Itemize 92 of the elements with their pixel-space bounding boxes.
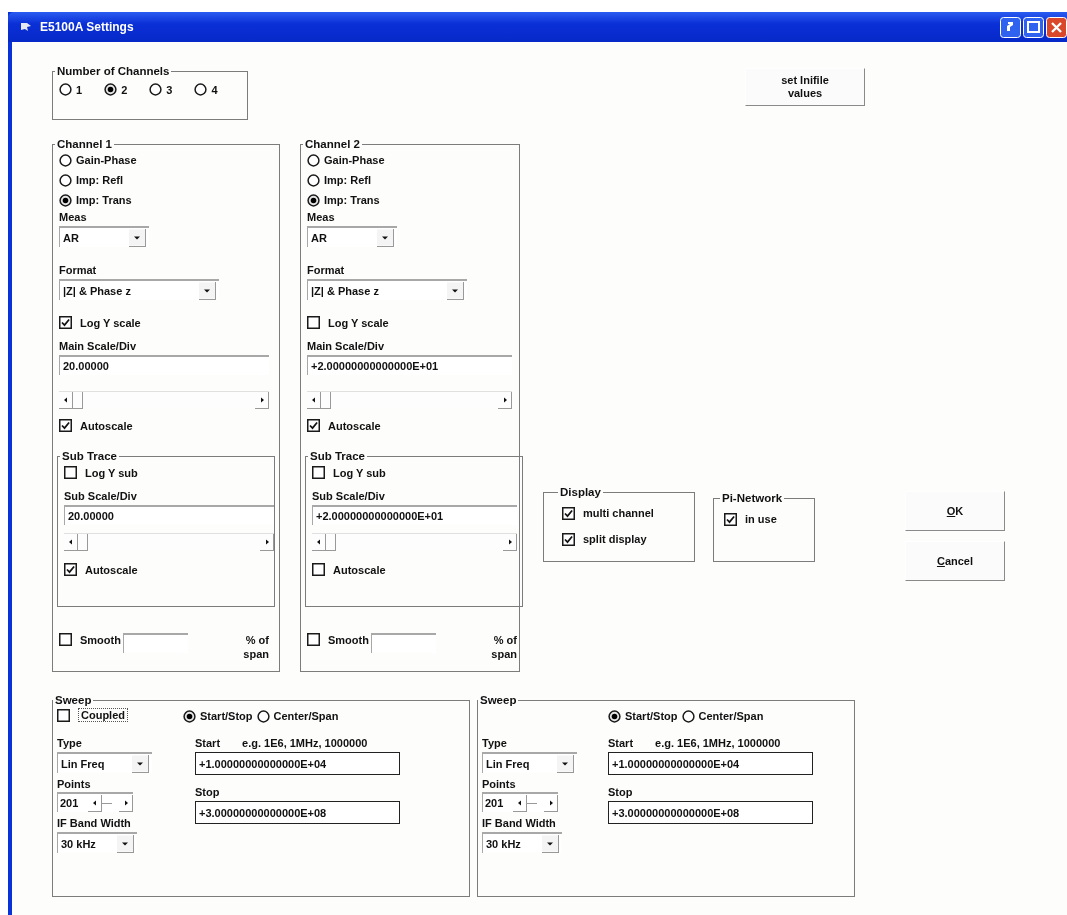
field-label: Stop xyxy=(608,785,634,800)
sweep-mode-radio[interactable]: Center/Span xyxy=(256,709,339,723)
if-bandwidth-dropdown[interactable]: 30 kHz xyxy=(482,832,562,853)
group-title: Sub Trace xyxy=(309,450,366,462)
input-field[interactable]: +2.00000000000000E+01 xyxy=(307,355,512,375)
group-title: Channel 2 xyxy=(304,138,361,150)
input-field[interactable]: 20.00000 xyxy=(64,505,274,525)
sweep-mode-radio[interactable]: Start/Stop xyxy=(608,709,678,723)
group-title: Display xyxy=(559,486,602,498)
help-button[interactable] xyxy=(1000,16,1021,38)
input-field[interactable]: 20.00000 xyxy=(59,355,269,375)
hint-text: e.g. 1E6, 1MHz, 1000000 xyxy=(242,736,368,751)
group-title: Channel 1 xyxy=(56,138,113,150)
group-title: Number of Channels xyxy=(56,65,171,77)
field-label: Format xyxy=(307,263,345,278)
if-bandwidth-dropdown[interactable]: 30 kHz xyxy=(57,832,137,853)
maximize-button[interactable] xyxy=(1023,16,1044,38)
sweep-type-dropdown[interactable]: Lin Freq xyxy=(57,752,152,773)
field-label: Start xyxy=(195,736,221,751)
points-spinner[interactable]: 201 xyxy=(482,792,558,812)
field-label: Type xyxy=(482,736,508,751)
input-field[interactable]: +2.00000000000000E+01 xyxy=(312,505,517,525)
ok-button[interactable]: OK xyxy=(905,491,1005,531)
caret-icon xyxy=(132,754,149,773)
field-label: IF Band Width xyxy=(482,816,557,831)
sweep-type-dropdown[interactable]: Lin Freq xyxy=(482,752,577,773)
field-label: Meas xyxy=(59,210,87,225)
format-dropdown[interactable]: |Z| & Phase z xyxy=(307,279,467,300)
group-title: Pi-Network xyxy=(721,492,784,504)
autoscale-checkbox[interactable]: Autoscale xyxy=(307,419,381,432)
app-icon xyxy=(20,21,32,33)
autoscale-checkbox[interactable]: Autoscale xyxy=(64,563,138,576)
field-label: Type xyxy=(57,736,83,751)
autoscale-checkbox[interactable]: Autoscale xyxy=(312,563,386,576)
mode-radio[interactable]: Imp: Trans xyxy=(59,190,132,210)
in-use-checkbox[interactable]: in use xyxy=(724,508,777,530)
caret-icon xyxy=(199,281,216,300)
field-label: Points xyxy=(57,777,92,792)
log-y-scale-checkbox[interactable]: Log Y scale xyxy=(59,316,141,329)
mode-radio[interactable]: Imp: Refl xyxy=(307,170,372,190)
field-label: Stop xyxy=(195,785,221,800)
mode-radio[interactable]: Gain-Phase xyxy=(59,150,137,170)
input-field[interactable]: +1.00000000000000E+04 xyxy=(608,752,813,775)
field-label: Meas xyxy=(307,210,335,225)
window-title: E5100A Settings xyxy=(40,20,134,34)
channel-count-radio[interactable]: 1 xyxy=(59,83,83,96)
log-y-scale-checkbox[interactable]: Log Y scale xyxy=(307,316,389,329)
caret-icon xyxy=(377,228,394,247)
caret-icon xyxy=(447,281,464,300)
unit-label: % of span xyxy=(242,633,269,661)
caret-icon xyxy=(542,834,559,853)
channel-count-radio[interactable]: 2 xyxy=(104,83,128,96)
mode-radio[interactable]: Imp: Refl xyxy=(59,170,124,190)
field-label: Format xyxy=(59,263,97,278)
display-option-checkbox[interactable]: multi channel xyxy=(562,502,654,524)
smooth-checkbox[interactable]: Smooth xyxy=(307,633,369,646)
unit-label: % of span xyxy=(490,633,517,661)
display-option-checkbox[interactable]: split display xyxy=(562,528,647,550)
caret-icon xyxy=(117,834,134,853)
set-inifile-values-button[interactable]: set Inifile values xyxy=(745,68,865,106)
group-title: Sweep xyxy=(54,694,93,706)
field-label: Sub Scale/Div xyxy=(64,489,137,504)
points-spinner[interactable]: 201 xyxy=(57,792,133,812)
caret-icon xyxy=(129,228,146,247)
field-label: Main Scale/Div xyxy=(307,339,385,354)
cancel-button[interactable]: Cancel xyxy=(905,541,1005,581)
mode-radio[interactable]: Imp: Trans xyxy=(307,190,380,210)
group-title: Sweep xyxy=(479,694,518,706)
field-label: Points xyxy=(482,777,517,792)
field-label: IF Band Width xyxy=(57,816,132,831)
log-y-sub-checkbox[interactable]: Log Y sub xyxy=(312,466,386,479)
sweep-mode-radio[interactable]: Start/Stop xyxy=(183,709,253,723)
input-field[interactable]: +3.00000000000000E+08 xyxy=(195,801,400,824)
group-title: Sub Trace xyxy=(61,450,118,462)
field-label: Start xyxy=(608,736,634,751)
meas-dropdown[interactable]: AR xyxy=(59,226,149,247)
format-dropdown[interactable]: |Z| & Phase z xyxy=(59,279,219,300)
field-label: Main Scale/Div xyxy=(59,339,137,354)
close-button[interactable] xyxy=(1046,16,1067,38)
caret-icon xyxy=(557,754,574,773)
field-label: Sub Scale/Div xyxy=(312,489,385,504)
hint-text: e.g. 1E6, 1MHz, 1000000 xyxy=(655,736,781,751)
channel-count-radio[interactable]: 3 xyxy=(149,83,173,96)
input-field[interactable]: +3.00000000000000E+08 xyxy=(608,801,813,824)
autoscale-checkbox[interactable]: Autoscale xyxy=(59,419,133,432)
sweep-mode-radio[interactable]: Center/Span xyxy=(681,709,764,723)
log-y-sub-checkbox[interactable]: Log Y sub xyxy=(64,466,138,479)
channel-count-radio[interactable]: 4 xyxy=(194,83,218,96)
meas-dropdown[interactable]: AR xyxy=(307,226,397,247)
mode-radio[interactable]: Gain-Phase xyxy=(307,150,385,170)
smooth-checkbox[interactable]: Smooth xyxy=(59,633,121,646)
input-field[interactable]: +1.00000000000000E+04 xyxy=(195,752,400,775)
